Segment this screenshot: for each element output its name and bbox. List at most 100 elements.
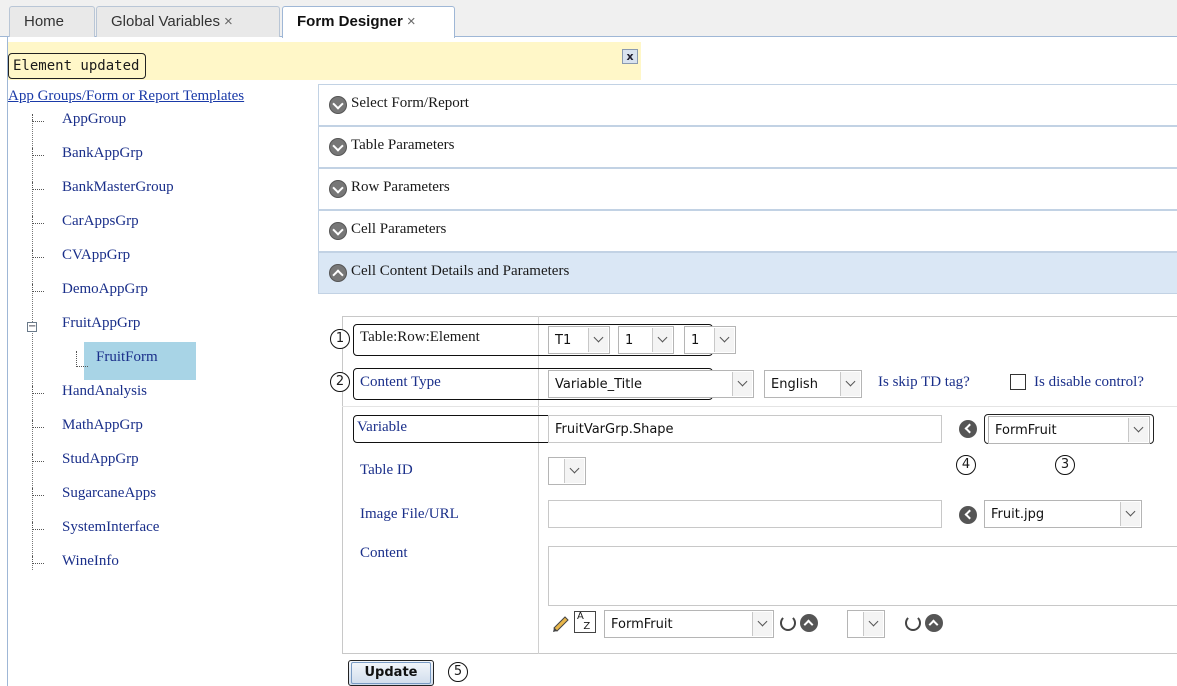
element-select[interactable]: 1	[684, 326, 736, 354]
tree-item-demoappgrp[interactable]: DemoAppGrp	[62, 281, 148, 298]
tree-item-mathappgrp[interactable]: MathAppGrp	[62, 417, 143, 434]
tree-connector	[32, 182, 44, 190]
callout-3: 3	[1055, 455, 1075, 475]
chevron-down-icon	[732, 372, 752, 396]
language-select[interactable]: English	[764, 370, 862, 398]
chevron-down-icon	[329, 180, 347, 198]
chevron-down-icon	[714, 328, 734, 352]
tree-item-wineinfo[interactable]: WineInfo	[62, 553, 119, 570]
accordion-cell-content-details[interactable]: Cell Content Details and Parameters	[318, 252, 1177, 294]
tree-connector	[32, 114, 44, 122]
table-select[interactable]: T1	[548, 326, 610, 354]
content-label: Content	[360, 545, 408, 561]
chevron-down-icon	[1128, 418, 1148, 442]
tree-item-handanalysis[interactable]: HandAnalysis	[62, 383, 147, 400]
column-divider	[538, 316, 539, 654]
callout-1: 1	[330, 329, 350, 349]
accordion-label: Table Parameters	[351, 137, 455, 153]
chevron-down-icon	[588, 328, 608, 352]
tree-item-systeminterface[interactable]: SystemInterface	[62, 519, 159, 536]
font-icon[interactable]: A Z	[574, 611, 596, 633]
chevron-up-icon	[329, 264, 347, 282]
select-value: Variable_Title	[555, 377, 642, 392]
update-button[interactable]: Update	[348, 660, 434, 686]
chevron-down-icon	[652, 328, 672, 352]
tree-connector	[32, 216, 44, 224]
tree-item-studappgrp[interactable]: StudAppGrp	[62, 451, 139, 468]
refresh-icon[interactable]	[905, 615, 921, 631]
callout-5: 5	[448, 662, 468, 682]
tab-label: Global Variables	[111, 13, 220, 30]
tree-item-cvappgrp[interactable]: CVAppGrp	[62, 247, 130, 264]
select-value: English	[771, 377, 818, 392]
chevron-down-icon	[329, 138, 347, 156]
tree-connector	[32, 148, 44, 156]
row-divider	[342, 406, 1177, 407]
skip-td-checkbox[interactable]	[1010, 374, 1026, 390]
select-value: 1	[625, 333, 634, 348]
status-close-button[interactable]: x	[622, 49, 638, 64]
tree-connector	[32, 386, 44, 394]
refresh-icon[interactable]	[780, 615, 796, 631]
table-row-element-label: Table:Row:Element	[360, 329, 480, 345]
tab-home[interactable]: Home	[9, 6, 95, 37]
tree-item-bankappgrp[interactable]: BankAppGrp	[62, 145, 143, 162]
tab-label: Form Designer	[297, 13, 403, 30]
chevron-down-icon	[752, 612, 772, 636]
accordion-select-form-report[interactable]: Select Form/Report	[318, 84, 1177, 126]
status-message: Element updated	[8, 53, 147, 79]
chevron-down-icon	[564, 459, 584, 483]
content-form-select[interactable]: FormFruit	[604, 610, 774, 638]
content-type-label: Content Type	[360, 374, 441, 390]
tab-global-variables[interactable]: Global Variables ×	[96, 6, 280, 37]
chevron-down-icon	[840, 372, 860, 396]
close-icon[interactable]: ×	[224, 13, 233, 30]
tree-item-bankmastergroup[interactable]: BankMasterGroup	[62, 179, 174, 196]
chevron-left-icon[interactable]	[959, 506, 977, 524]
skip-td-label: Is skip TD tag?	[878, 374, 970, 390]
chevron-up-icon[interactable]	[800, 614, 818, 632]
callout-4: 4	[956, 455, 976, 475]
content-second-select[interactable]	[847, 610, 885, 638]
close-icon[interactable]: ×	[407, 13, 416, 30]
tree-root-link[interactable]: App Groups/Form or Report Templates	[8, 88, 244, 105]
row-select[interactable]: 1	[618, 326, 674, 354]
table-id-label: Table ID	[360, 462, 413, 478]
chevron-left-icon[interactable]	[959, 420, 977, 438]
pencil-icon[interactable]	[551, 612, 571, 632]
tree-item-fruitappgrp[interactable]: FruitAppGrp	[62, 315, 140, 332]
tree-connector	[32, 556, 44, 564]
accordion-row-parameters[interactable]: Row Parameters	[318, 168, 1177, 210]
accordion-table-parameters[interactable]: Table Parameters	[318, 126, 1177, 168]
image-url-input[interactable]	[548, 500, 942, 528]
accordion-label: Cell Parameters	[351, 221, 447, 237]
image-file-select[interactable]: Fruit.jpg	[984, 500, 1142, 528]
variable-input[interactable]: FruitVarGrp.Shape	[548, 415, 942, 443]
tree-item-carappsgrp[interactable]: CarAppsGrp	[62, 213, 139, 230]
tree-connector	[32, 250, 44, 258]
tree-item-sugarcaneapps[interactable]: SugarcaneApps	[62, 485, 156, 502]
content-type-select[interactable]: Variable_Title	[548, 370, 754, 398]
chevron-down-icon	[329, 222, 347, 240]
accordion-label: Select Form/Report	[351, 95, 469, 111]
accordion-label: Cell Content Details and Parameters	[351, 263, 570, 279]
tab-form-designer[interactable]: Form Designer ×	[282, 6, 455, 38]
tree-item-fruitform[interactable]: FruitForm	[96, 349, 158, 366]
callout-2: 2	[330, 372, 350, 392]
accordion-cell-parameters[interactable]: Cell Parameters	[318, 210, 1177, 252]
variable-label: Variable	[357, 419, 407, 435]
variable-form-select[interactable]: FormFruit	[988, 416, 1150, 444]
content-textarea[interactable]	[548, 546, 1177, 606]
tree-item-appgroup[interactable]: AppGroup	[62, 111, 126, 128]
tree-connector	[32, 522, 44, 530]
table-id-select[interactable]	[548, 457, 586, 485]
chevron-up-icon[interactable]	[925, 614, 943, 632]
select-value: FormFruit	[995, 423, 1057, 438]
select-value: FormFruit	[611, 617, 673, 632]
tree-connector	[76, 351, 88, 367]
disable-control-label: Is disable control?	[1034, 374, 1144, 390]
tab-label: Home	[24, 13, 65, 30]
collapse-icon[interactable]: −	[27, 322, 37, 332]
chevron-down-icon	[1120, 502, 1140, 526]
image-file-label: Image File/URL	[360, 506, 459, 522]
